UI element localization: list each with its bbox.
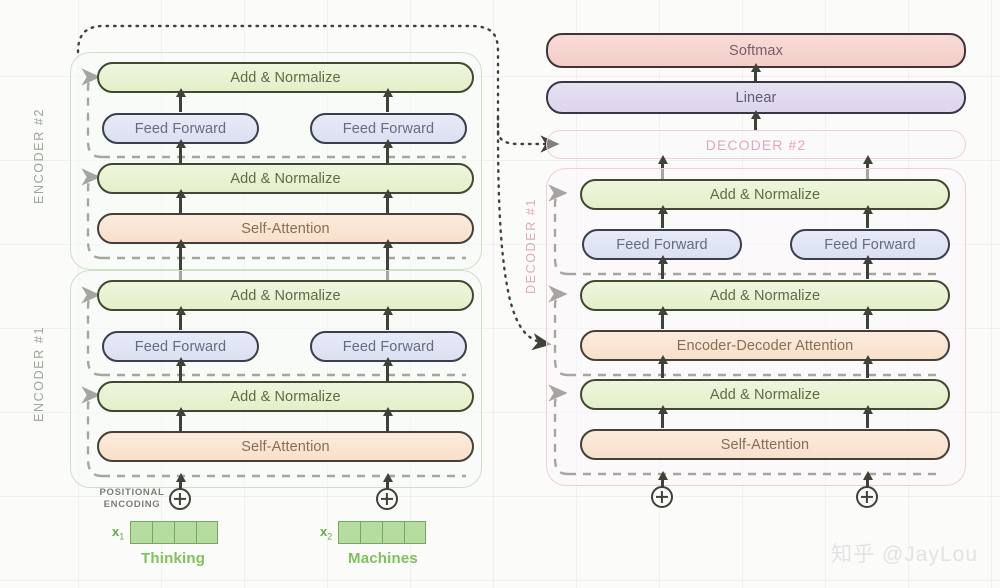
enc1-arrow-addnorm-to-ffr — [386, 364, 389, 381]
dec1-encoder-decoder-attention[interactable]: Encoder-Decoder Attention — [580, 330, 950, 361]
dec1-self-attention[interactable]: Self-Attention — [580, 429, 950, 460]
decoder-positional-add-circle-right — [856, 486, 878, 508]
decoder-1-label: DECODER #1 — [524, 198, 538, 294]
encoder-2-label: ENCODER #2 — [32, 108, 46, 204]
embedding-tag-x1: x1 — [112, 523, 125, 542]
input-word-thinking: Thinking — [141, 550, 206, 567]
embedding-tag-x2: x2 — [320, 523, 333, 542]
dec1-add-normalize-top[interactable]: Add & Normalize — [580, 179, 950, 210]
enc1-self-attention[interactable]: Self-Attention — [97, 431, 474, 462]
embedding-machines: x2 — [320, 521, 427, 544]
enc1-add-normalize-mid[interactable]: Add & Normalize — [97, 381, 474, 412]
dec1-arrow-selfattn-to-addnorm-right — [866, 412, 869, 428]
enc1-arrow-ffr-to-addnorm — [386, 313, 389, 330]
positional-encoding-line-1: POSITIONAL — [99, 487, 165, 498]
embedding-cells-x1 — [130, 521, 219, 544]
dec1-arrow-encdec-to-addnorm-right — [866, 313, 869, 329]
positional-encoding-label: POSITIONAL ENCODING — [97, 487, 167, 511]
dec1-arrow-selfattn-to-addnorm — [661, 412, 664, 428]
positional-add-circle-left — [169, 488, 191, 510]
arrow-decoder2-to-linear — [754, 117, 757, 130]
decoder-2-frame[interactable]: DECODER #2 — [546, 130, 966, 159]
dec1-add-normalize-bottom[interactable]: Add & Normalize — [580, 379, 950, 410]
embedding-cells-x2 — [338, 521, 427, 544]
enc2-add-normalize-top[interactable]: Add & Normalize — [97, 62, 474, 93]
positional-encoding-line-2: ENCODING — [103, 499, 161, 510]
enc1-arrow-selfattn-to-addnorm-right — [386, 414, 389, 431]
input-word-machines: Machines — [348, 550, 418, 567]
enc2-self-attention[interactable]: Self-Attention — [97, 213, 474, 244]
watermark: 知乎 @JayLou — [831, 543, 978, 566]
enc1-add-normalize-top[interactable]: Add & Normalize — [97, 280, 474, 311]
enc2-arrow-selfattn-to-addnorm — [179, 196, 182, 213]
embedding-thinking: x1 — [112, 521, 219, 544]
enc1-arrow-addnorm-to-ffl — [179, 364, 182, 381]
enc2-arrow-addnorm-to-ffl — [179, 146, 182, 163]
transformer-diagram: ENCODER #2 Add & Normalize Feed Forward … — [0, 0, 1000, 588]
enc2-add-normalize-mid[interactable]: Add & Normalize — [97, 163, 474, 194]
enc1-arrow-selfattn-to-addnorm — [179, 414, 182, 431]
enc2-arrow-ffr-to-addnorm — [386, 95, 389, 112]
dec1-arrow-encdec-to-addnorm — [661, 313, 664, 329]
arrow-linear-to-softmax — [754, 70, 757, 81]
enc1-arrow-ffl-to-addnorm — [179, 313, 182, 330]
dec1-arrow-ffl-to-addnorm — [661, 212, 664, 228]
enc2-arrow-ffl-to-addnorm — [179, 95, 182, 112]
encoder-1-label: ENCODER #1 — [32, 326, 46, 422]
decoder-2-label: DECODER #2 — [705, 136, 807, 153]
dec1-add-normalize-mid[interactable]: Add & Normalize — [580, 280, 950, 311]
decoder-positional-add-circle-left — [651, 486, 673, 508]
dec1-arrow-ffr-to-addnorm — [866, 212, 869, 228]
dec1-arrow-addnorm-to-ffr — [866, 262, 869, 279]
dec1-arrow-addnorm-to-ffl — [661, 262, 664, 279]
dec1-arrow-addnorm-to-encdec-right — [866, 362, 869, 378]
encoder-to-encdec-attention-bus — [496, 116, 552, 351]
enc2-arrow-selfattn-to-addnorm-right — [386, 196, 389, 213]
positional-add-circle-right — [376, 488, 398, 510]
enc2-arrow-addnorm-to-ffr — [386, 146, 389, 163]
dec1-arrow-addnorm-to-encdec — [661, 362, 664, 378]
